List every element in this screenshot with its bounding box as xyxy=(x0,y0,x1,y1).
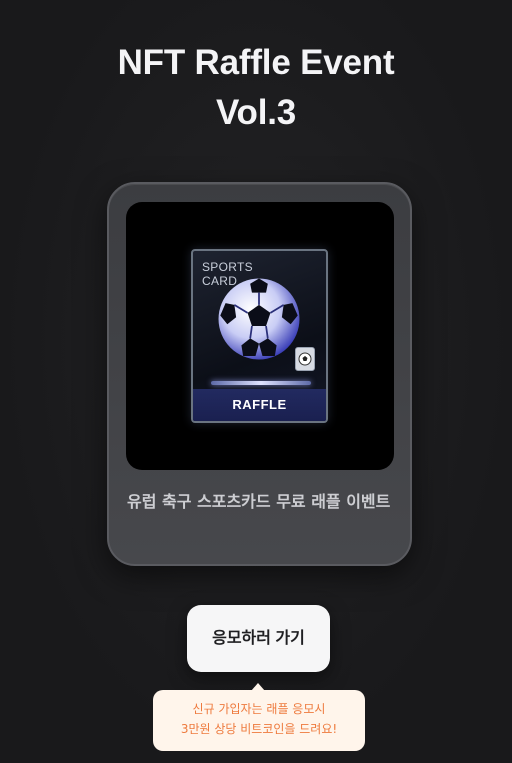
glow-line xyxy=(211,381,311,385)
promo-tooltip-line1: 신규 가입자는 래플 응모시 xyxy=(192,702,326,716)
event-card[interactable]: SPORTS CARD RAFFLE 유럽 축구 스포츠카드 무료 래플 이벤트 xyxy=(107,182,412,566)
mini-ball-badge-icon xyxy=(295,347,315,371)
promo-tooltip: 신규 가입자는 래플 응모시 3만원 상당 비트코인을 드려요! xyxy=(153,690,365,751)
event-card-caption: 유럽 축구 스포츠카드 무료 래플 이벤트 xyxy=(127,492,391,511)
event-card-image: SPORTS CARD RAFFLE xyxy=(126,202,394,470)
page: NFT Raffle Event Vol.3 SPORTS CARD RAFFL… xyxy=(0,0,512,763)
sports-card-label-line1: SPORTS xyxy=(202,260,253,274)
raffle-band-label: RAFFLE xyxy=(193,389,326,421)
sports-card-illustration: SPORTS CARD RAFFLE xyxy=(191,249,328,423)
apply-button[interactable]: 응모하러 가기 xyxy=(187,605,330,672)
promo-tooltip-line2: 3만원 상당 비트코인을 드려요! xyxy=(180,722,338,736)
soccer-ball-icon xyxy=(218,278,300,360)
page-title: NFT Raffle Event Vol.3 xyxy=(0,38,512,138)
page-title-line1: NFT Raffle Event xyxy=(117,43,395,82)
page-title-line2: Vol.3 xyxy=(215,93,297,132)
